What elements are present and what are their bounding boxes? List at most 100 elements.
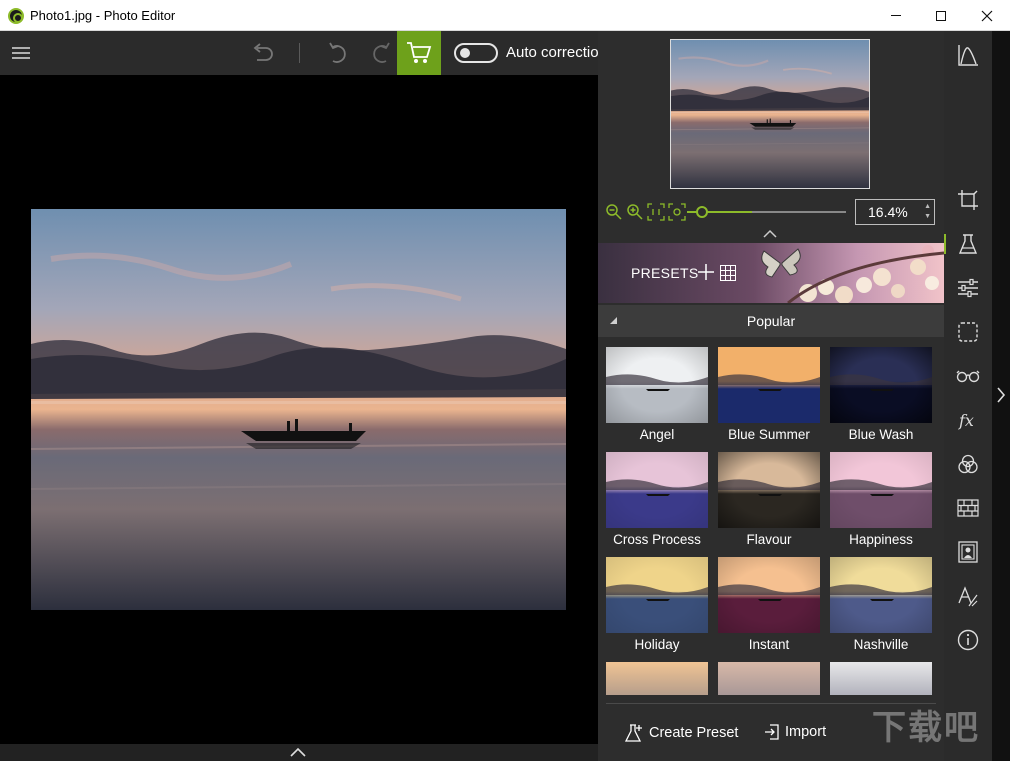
navigator-thumbnail[interactable] — [670, 39, 870, 189]
sliders-icon — [958, 278, 978, 298]
popular-section-header[interactable]: Popular — [598, 305, 944, 337]
zoom-value: 16.4% — [868, 204, 908, 220]
frame-button[interactable] — [944, 532, 992, 572]
app-icon — [8, 8, 24, 24]
preset-label: Happiness — [849, 532, 913, 547]
color-circles-icon — [958, 454, 978, 474]
watermark-text: 下载吧 — [872, 709, 980, 747]
preset-label: Flavour — [746, 532, 792, 547]
tools-sidebar: fx — [944, 31, 992, 761]
minimize-button[interactable] — [873, 0, 919, 31]
red-eye-button[interactable] — [944, 356, 992, 396]
import-label: Import — [785, 724, 827, 740]
zoom-value-field[interactable]: 16.4% ▲ ▼ — [855, 199, 935, 225]
preset-label: Blue Wash — [848, 427, 914, 442]
preset-thumbnail — [830, 557, 932, 633]
auto-correction-label: Auto correction — [506, 44, 598, 61]
preset-thumbnail — [606, 662, 708, 695]
undo-button[interactable] — [323, 31, 353, 75]
window-title: Photo1.jpg - Photo Editor — [30, 8, 176, 23]
zoom-controls: 16.4% ▲ ▼ — [598, 197, 944, 227]
preset-thumbnail — [830, 662, 932, 695]
flask-icon — [958, 234, 978, 254]
preset-label: Instant — [748, 637, 790, 652]
store-button[interactable] — [397, 31, 441, 75]
preset-item[interactable] — [606, 662, 708, 695]
preset-item[interactable]: Happiness — [830, 452, 932, 547]
preset-item[interactable]: Nashville — [830, 557, 932, 652]
texture-button[interactable] — [944, 488, 992, 528]
collapse-navigator-icon[interactable] — [763, 229, 777, 238]
zoom-spinner[interactable]: ▲ ▼ — [924, 202, 931, 222]
undo-all-button[interactable] — [248, 31, 278, 75]
presets-title: PRESETS — [631, 265, 699, 281]
zoom-slider[interactable] — [690, 206, 846, 218]
glasses-icon — [956, 370, 980, 383]
preset-item[interactable]: Instant — [718, 557, 820, 652]
image-canvas[interactable] — [0, 75, 598, 744]
main-toolbar: Auto correction — [0, 31, 598, 75]
preset-item[interactable]: Holiday — [606, 557, 708, 652]
cart-icon — [407, 42, 432, 63]
text-tool-button[interactable] — [944, 576, 992, 616]
preset-item[interactable]: Flavour — [718, 452, 820, 547]
preset-thumbnail — [718, 662, 820, 695]
preset-label: Nashville — [853, 637, 909, 652]
preset-item[interactable]: Blue Wash — [830, 347, 932, 442]
presets-tool-button[interactable] — [944, 224, 992, 264]
info-button[interactable] — [944, 620, 992, 660]
fx-icon: fx — [958, 411, 974, 430]
undo-all-icon — [253, 43, 273, 61]
preset-thumbnail — [718, 452, 820, 528]
preset-thumbnail — [830, 347, 932, 423]
preset-label: Blue Summer — [728, 427, 810, 442]
zoom-out-icon[interactable] — [605, 203, 623, 221]
section-title: Popular — [746, 313, 796, 329]
fit-screen-icon[interactable] — [668, 203, 686, 221]
import-button[interactable]: Import — [764, 723, 826, 741]
chevron-right-icon — [997, 387, 1006, 403]
close-button[interactable] — [964, 0, 1010, 31]
selection-button[interactable] — [944, 312, 992, 352]
preset-label: Cross Process — [613, 532, 701, 547]
crop-icon — [958, 190, 978, 210]
texture-icon — [957, 499, 979, 517]
preset-item[interactable]: Blue Summer — [718, 347, 820, 442]
menu-button[interactable] — [10, 31, 32, 75]
close-icon — [981, 10, 993, 21]
presets-banner: PRESETS — [598, 243, 944, 303]
expand-side-strip[interactable] — [992, 31, 1010, 761]
redo-button[interactable] — [366, 31, 396, 75]
preset-thumbnail — [718, 347, 820, 423]
selection-icon — [958, 322, 978, 342]
color-button[interactable] — [944, 444, 992, 484]
bottom-expand-bar[interactable] — [0, 744, 598, 761]
histogram-icon — [958, 45, 978, 66]
crop-button[interactable] — [944, 180, 992, 220]
preset-item[interactable] — [830, 662, 932, 695]
preset-grid: Angel Blue Summer Blue Wash Cross Process Fl… — [606, 347, 936, 695]
preset-item[interactable]: Cross Process — [606, 452, 708, 547]
text-icon — [958, 586, 978, 607]
undo-icon — [329, 42, 346, 63]
zoom-slider-knob[interactable] — [696, 206, 709, 218]
import-icon — [765, 724, 779, 740]
minimize-icon — [891, 15, 901, 16]
effects-button[interactable]: fx — [944, 400, 992, 440]
actual-size-icon[interactable] — [647, 203, 665, 221]
create-preset-button[interactable]: Create Preset — [624, 723, 738, 743]
edited-photo — [31, 209, 566, 610]
grid-view-icon[interactable] — [720, 265, 736, 281]
auto-correction-toggle[interactable] — [454, 43, 498, 63]
maximize-icon — [936, 10, 946, 21]
preset-item[interactable]: Angel — [606, 347, 708, 442]
preset-item[interactable] — [718, 662, 820, 695]
preset-label: Holiday — [634, 637, 680, 652]
adjustments-button[interactable] — [944, 268, 992, 308]
zoom-in-icon[interactable] — [626, 203, 644, 221]
presets-panel: 16.4% ▲ ▼ PRESETS Popular Angel Blue Summe… — [598, 31, 944, 761]
maximize-button[interactable] — [918, 0, 964, 31]
title-bar: Photo1.jpg - Photo Editor — [0, 0, 1010, 31]
add-preset-icon[interactable] — [698, 264, 714, 280]
histogram-button[interactable] — [944, 35, 992, 75]
